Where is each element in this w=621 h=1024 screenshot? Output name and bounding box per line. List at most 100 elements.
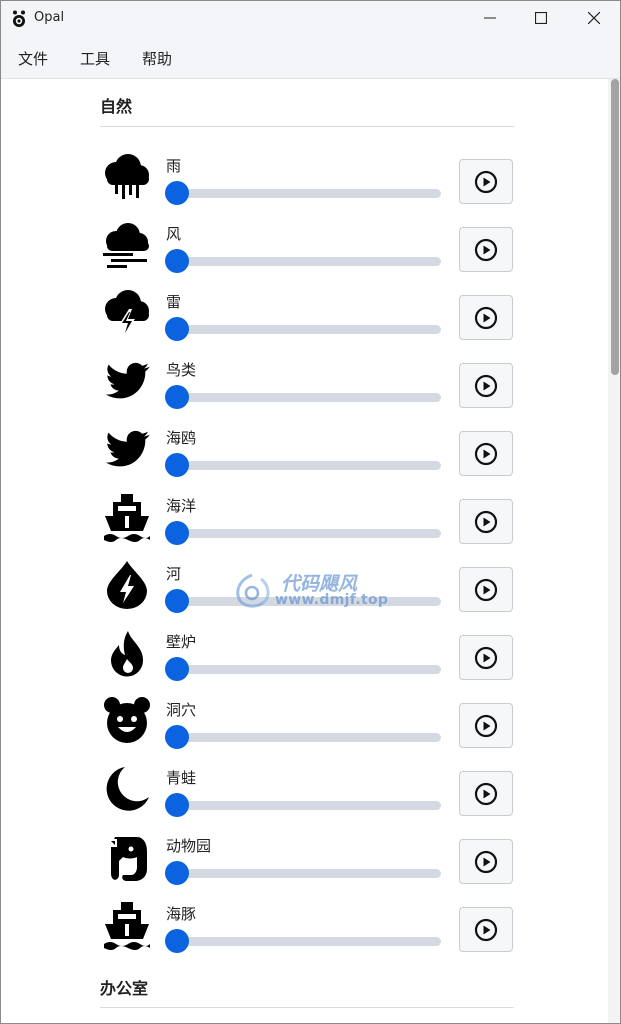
scrollbar-thumb[interactable] — [611, 79, 619, 375]
volume-slider-track[interactable] — [177, 393, 441, 402]
elephant-icon — [101, 831, 153, 883]
play-icon — [474, 578, 498, 601]
menu-bar: 文件 工具 帮助 — [1, 35, 620, 79]
title-bar[interactable]: Opal — [1, 1, 620, 35]
play-icon — [474, 510, 498, 533]
volume-slider-thumb[interactable] — [165, 181, 189, 205]
play-button[interactable] — [459, 907, 513, 952]
opal-app-icon — [13, 10, 25, 27]
watermark-url: www.dmjf.top — [275, 592, 389, 608]
play-button[interactable] — [459, 499, 513, 544]
play-icon — [474, 442, 498, 465]
volume-slider-track[interactable] — [177, 257, 441, 266]
sound-row-ocean: 海洋 — [1, 491, 608, 559]
app-window: Opal 文件 工具 帮助 自然 雨 风 雷 鸟类 海鸥 海洋 河 壁炉 洞穴 … — [0, 0, 621, 1024]
volume-slider-track[interactable] — [177, 529, 441, 538]
sound-label: 壁炉 — [166, 633, 197, 651]
minimize-button[interactable] — [463, 1, 517, 35]
menu-help[interactable]: 帮助 — [142, 48, 172, 69]
sound-label: 雨 — [166, 157, 182, 175]
sound-label: 风 — [166, 225, 182, 243]
volume-slider-thumb[interactable] — [165, 861, 189, 885]
volume-slider-track[interactable] — [177, 461, 441, 470]
sound-row-fireplace: 壁炉 — [1, 627, 608, 695]
volume-slider-thumb[interactable] — [165, 249, 189, 273]
play-icon — [474, 782, 498, 805]
bird-icon — [101, 423, 153, 475]
rain-cloud-icon — [101, 151, 153, 203]
play-icon — [474, 918, 498, 941]
wind-cloud-icon — [101, 219, 153, 271]
play-button[interactable] — [459, 703, 513, 748]
vertical-scrollbar[interactable] — [608, 79, 620, 1023]
sound-list: 自然 雨 风 雷 鸟类 海鸥 海洋 河 壁炉 洞穴 青蛙 动物园 海豚 办公室 … — [1, 79, 608, 1023]
menu-file[interactable]: 文件 — [18, 48, 48, 69]
sound-row-birds: 鸟类 — [1, 355, 608, 423]
play-icon — [474, 646, 498, 669]
watermark-logo-icon — [236, 573, 270, 608]
volume-slider-thumb[interactable] — [165, 929, 189, 953]
volume-slider-track[interactable] — [177, 733, 441, 742]
play-button[interactable] — [459, 227, 513, 272]
volume-slider-track[interactable] — [177, 665, 441, 674]
sound-row-seagull: 海鸥 — [1, 423, 608, 491]
volume-slider-thumb[interactable] — [165, 589, 189, 613]
play-icon — [474, 238, 498, 261]
play-button[interactable] — [459, 839, 513, 884]
bear-icon — [101, 695, 153, 747]
volume-slider-track[interactable] — [177, 937, 441, 946]
close-icon — [588, 12, 600, 24]
section-divider — [100, 126, 514, 127]
sound-label: 海鸥 — [166, 429, 197, 447]
close-button[interactable] — [567, 1, 620, 35]
sound-label: 青蛙 — [166, 769, 197, 787]
sound-label: 河 — [166, 565, 182, 583]
sound-row-frog: 青蛙 — [1, 763, 608, 831]
play-button[interactable] — [459, 159, 513, 204]
minimize-icon — [484, 17, 496, 19]
volume-slider-thumb[interactable] — [165, 657, 189, 681]
section-title-office: 办公室 — [100, 979, 149, 998]
maximize-icon — [535, 12, 547, 24]
play-icon — [474, 714, 498, 737]
bird-icon — [101, 355, 153, 407]
watermark: 代码飓风 www.dmjf.top — [231, 569, 401, 613]
menu-tools[interactable]: 工具 — [80, 48, 110, 69]
play-button[interactable] — [459, 431, 513, 476]
volume-slider-thumb[interactable] — [165, 453, 189, 477]
moon-icon — [101, 763, 153, 815]
maximize-button[interactable] — [514, 1, 568, 35]
volume-slider-thumb[interactable] — [165, 793, 189, 817]
play-button[interactable] — [459, 295, 513, 340]
volume-slider-track[interactable] — [177, 801, 441, 810]
sound-row-wind: 风 — [1, 219, 608, 287]
sound-row-thunder: 雷 — [1, 287, 608, 355]
play-icon — [474, 306, 498, 329]
volume-slider-thumb[interactable] — [165, 521, 189, 545]
volume-slider-thumb[interactable] — [165, 317, 189, 341]
play-button[interactable] — [459, 363, 513, 408]
thunder-cloud-icon — [101, 287, 153, 339]
ship-icon — [101, 491, 153, 543]
sound-row-rain: 雨 — [1, 151, 608, 219]
play-button[interactable] — [459, 567, 513, 612]
section-divider — [100, 1007, 514, 1008]
sound-row-dolphin: 海豚 — [1, 899, 608, 967]
volume-slider-track[interactable] — [177, 325, 441, 334]
play-button[interactable] — [459, 635, 513, 680]
volume-slider-thumb[interactable] — [165, 725, 189, 749]
sound-label: 海洋 — [166, 497, 197, 515]
sound-label: 鸟类 — [166, 361, 197, 379]
sound-row-zoo: 动物园 — [1, 831, 608, 899]
ship-icon — [101, 899, 153, 951]
play-icon — [474, 170, 498, 193]
sound-label: 海豚 — [166, 905, 197, 923]
flame-icon — [101, 627, 153, 679]
volume-slider-thumb[interactable] — [165, 385, 189, 409]
sound-label: 动物园 — [166, 837, 212, 855]
volume-slider-track[interactable] — [177, 189, 441, 198]
sound-row-cave: 洞穴 — [1, 695, 608, 763]
play-button[interactable] — [459, 771, 513, 816]
volume-slider-track[interactable] — [177, 869, 441, 878]
section-title-nature: 自然 — [100, 97, 133, 116]
